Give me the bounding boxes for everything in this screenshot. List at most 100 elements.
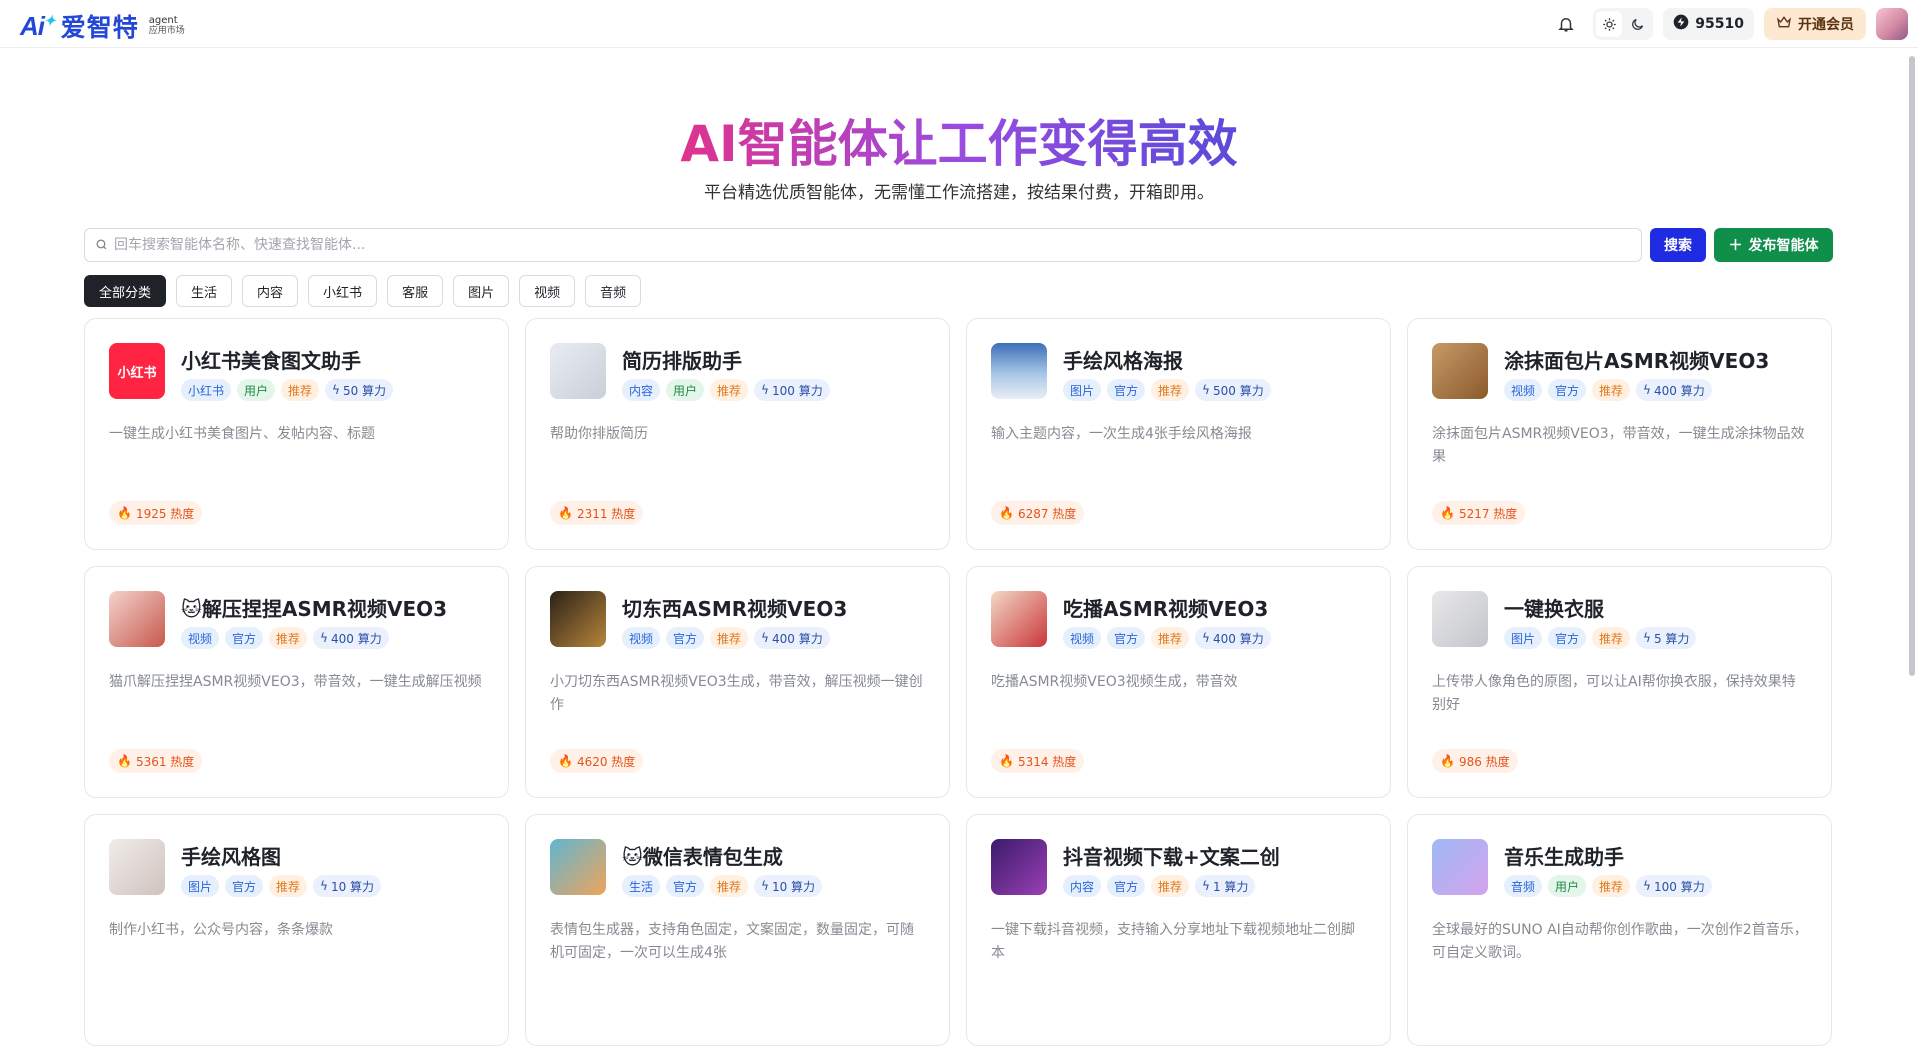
tag-badge: 推荐 (281, 379, 320, 401)
sun-icon[interactable] (1596, 11, 1623, 37)
tag-badge: 推荐 (1151, 627, 1190, 649)
tag-badge: 官方 (1548, 379, 1587, 401)
lightning-icon: ϟ (1202, 631, 1210, 645)
agent-card[interactable]: 吃播ASMR视频VEO3 视频 官方 推荐 ϟ 400 算力 吃播ASMR视频VEO3视… (966, 566, 1391, 798)
tab-audio[interactable]: 音频 (585, 275, 642, 307)
agent-card[interactable]: 切东西ASMR视频VEO3 视频 官方 推荐 ϟ 400 算力 小刀切东西ASMR视频V… (525, 566, 950, 798)
top-bar: Ai✦ 爱智特 agent 应用市场 95510 开通会员 (0, 0, 1918, 48)
agent-card[interactable]: 手绘风格图 图片 官方 推荐 ϟ 10 算力 制作小红书，公众号内容，条条爆款 (84, 814, 509, 1046)
agent-thumbnail (991, 839, 1047, 895)
tab-content[interactable]: 内容 (242, 275, 299, 307)
header-actions: 95510 开通会员 (1549, 7, 1908, 41)
agent-card[interactable]: 抖音视频下载+文案二创 内容 官方 推荐 ϟ 1 算力 一键下载抖音视频，支持输入分享地… (966, 814, 1391, 1046)
agent-tags: 生活 官方 推荐 ϟ 10 算力 (622, 875, 823, 897)
agent-title: 一键换衣服 (1504, 597, 1604, 621)
agent-description: 猫爪解压捏捏ASMR视频VEO3，带音效，一键生成解压视频 (109, 674, 482, 690)
agent-title: 简历排版助手 (622, 349, 742, 373)
scrollbar-thumb[interactable] (1909, 56, 1915, 676)
vip-button[interactable]: 开通会员 (1764, 8, 1866, 40)
tab-customer-service[interactable]: 客服 (387, 275, 444, 307)
agent-title: 手绘风格海报 (1063, 349, 1183, 373)
tab-xiaohongshu[interactable]: 小红书 (308, 275, 378, 307)
tab-life[interactable]: 生活 (176, 275, 233, 307)
agent-card[interactable]: 小红书 小红书美食图文助手 小红书 用户 推荐 ϟ 50 算力 一键生成小红书美食图片、… (84, 318, 509, 550)
heat-badge: 🔥 6287 热度 (991, 501, 1085, 525)
heat-badge: 🔥 986 热度 (1432, 749, 1518, 773)
publish-agent-button[interactable]: ＋ 发布智能体 (1714, 228, 1833, 262)
tag-badge: 用户 (666, 379, 705, 401)
flame-icon: 🔥 (117, 754, 132, 768)
tag-badge: 内容 (622, 379, 661, 401)
agent-tags: 视频 官方 推荐 ϟ 400 算力 (181, 627, 389, 649)
tag-badge: 生活 (622, 875, 661, 897)
lightning-icon: ϟ (1643, 631, 1651, 645)
tag-badge: 推荐 (269, 875, 308, 897)
tag-badge: 推荐 (1592, 379, 1631, 401)
agent-card[interactable]: 一键换衣服 图片 官方 推荐 ϟ 5 算力 上传带人像角色的原图，可以让AI帮你换衣服，… (1407, 566, 1832, 798)
agent-description: 帮助你排版简历 (550, 426, 648, 442)
hero-title: AI智能体让工作变得高效 (680, 115, 1238, 173)
agent-tags: 图片 官方 推荐 ϟ 10 算力 (181, 875, 382, 897)
agent-card[interactable]: 涂抹面包片ASMR视频VEO3 视频 官方 推荐 ϟ 400 算力 涂抹面包片ASMR视… (1407, 318, 1832, 550)
agent-description: 小刀切东西ASMR视频VEO3生成，带音效，解压视频一键创作 (550, 674, 923, 713)
tag-badge: 官方 (666, 627, 705, 649)
agent-card[interactable]: 🐱微信表情包生成 生活 官方 推荐 ϟ 10 算力 表情包生成器，支持角色固定，文案固定… (525, 814, 950, 1046)
agent-title: 小红书美食图文助手 (181, 349, 361, 373)
agent-thumbnail (550, 591, 606, 647)
agent-card[interactable]: 简历排版助手 内容 用户 推荐 ϟ 100 算力 帮助你排版简历 🔥 2311 热度 (525, 318, 950, 550)
flame-icon: 🔥 (999, 506, 1014, 520)
credits-balance[interactable]: 95510 (1663, 8, 1754, 40)
search-box[interactable] (84, 228, 1642, 262)
agent-title: 🐱微信表情包生成 (622, 845, 783, 869)
lightning-icon: ϟ (1202, 383, 1210, 397)
agent-card-grid: 小红书 小红书美食图文助手 小红书 用户 推荐 ϟ 50 算力 一键生成小红书美食图片、… (84, 318, 1834, 1046)
tag-badge: 图片 (1504, 627, 1543, 649)
power-badge: ϟ 10 算力 (754, 875, 823, 897)
flame-icon: 🔥 (1440, 506, 1455, 520)
user-avatar[interactable] (1876, 8, 1908, 40)
agent-card[interactable]: 音乐生成助手 音频 用户 推荐 ϟ 100 算力 全球最好的SUNO AI自动帮你创作歌… (1407, 814, 1832, 1046)
lightning-icon (1673, 14, 1689, 34)
lightning-icon: ϟ (320, 879, 328, 893)
crown-icon (1776, 14, 1792, 34)
moon-icon[interactable] (1624, 11, 1650, 37)
heat-badge: 🔥 2311 热度 (550, 501, 644, 525)
agent-tags: 图片 官方 推荐 ϟ 500 算力 (1063, 379, 1271, 401)
heat-badge: 🔥 5217 热度 (1432, 501, 1526, 525)
notification-bell-icon[interactable] (1549, 7, 1583, 41)
power-badge: ϟ 400 算力 (1636, 379, 1712, 401)
power-badge: ϟ 10 算力 (313, 875, 382, 897)
agent-tags: 视频 官方 推荐 ϟ 400 算力 (622, 627, 830, 649)
tag-badge: 小红书 (181, 379, 232, 401)
search-input[interactable] (114, 237, 1631, 253)
agent-tags: 内容 官方 推荐 ϟ 1 算力 (1063, 875, 1256, 897)
hero-subtitle: 平台精选优质智能体，无需懂工作流搭建，按结果付费，开箱即用。 (704, 183, 1214, 203)
tag-badge: 推荐 (1151, 379, 1190, 401)
tag-badge: 图片 (1063, 379, 1102, 401)
agent-title: 手绘风格图 (181, 845, 281, 869)
tab-image[interactable]: 图片 (453, 275, 510, 307)
agent-description: 表情包生成器，支持角色固定，文案固定，数量固定，可随机可固定，一次可以生成4张 (550, 922, 914, 961)
agent-title: 抖音视频下载+文案二创 (1063, 845, 1280, 869)
agent-card[interactable]: 🐱解压捏捏ASMR视频VEO3 视频 官方 推荐 ϟ 400 算力 猫爪解压捏捏ASMR… (84, 566, 509, 798)
agent-title: 切东西ASMR视频VEO3 (622, 597, 848, 621)
agent-description: 涂抹面包片ASMR视频VEO3，带音效，一键生成涂抹物品效果 (1432, 426, 1805, 465)
tab-all[interactable]: 全部分类 (84, 275, 167, 307)
tag-badge: 推荐 (1592, 627, 1631, 649)
theme-toggle[interactable] (1593, 8, 1654, 40)
search-button[interactable]: 搜索 (1650, 228, 1706, 262)
sparkle-icon: ✦ (44, 11, 56, 28)
agent-title: 涂抹面包片ASMR视频VEO3 (1504, 349, 1770, 373)
agent-card[interactable]: 手绘风格海报 图片 官方 推荐 ϟ 500 算力 输入主题内容，一次生成4张手绘风格海报… (966, 318, 1391, 550)
search-icon (95, 236, 108, 255)
tag-badge: 推荐 (1151, 875, 1190, 897)
agent-description: 一键下载抖音视频，支持输入分享地址下载视频地址二创脚本 (991, 922, 1355, 961)
tab-video[interactable]: 视频 (519, 275, 576, 307)
tag-badge: 视频 (181, 627, 220, 649)
brand-logo[interactable]: Ai✦ 爱智特 agent 应用市场 (20, 8, 185, 44)
tag-badge: 图片 (181, 875, 220, 897)
flame-icon: 🔥 (558, 506, 573, 520)
brand-ai-mark: Ai✦ (20, 10, 56, 41)
page-scrollbar[interactable] (1906, 48, 1918, 968)
heat-badge: 🔥 5314 热度 (991, 749, 1085, 773)
